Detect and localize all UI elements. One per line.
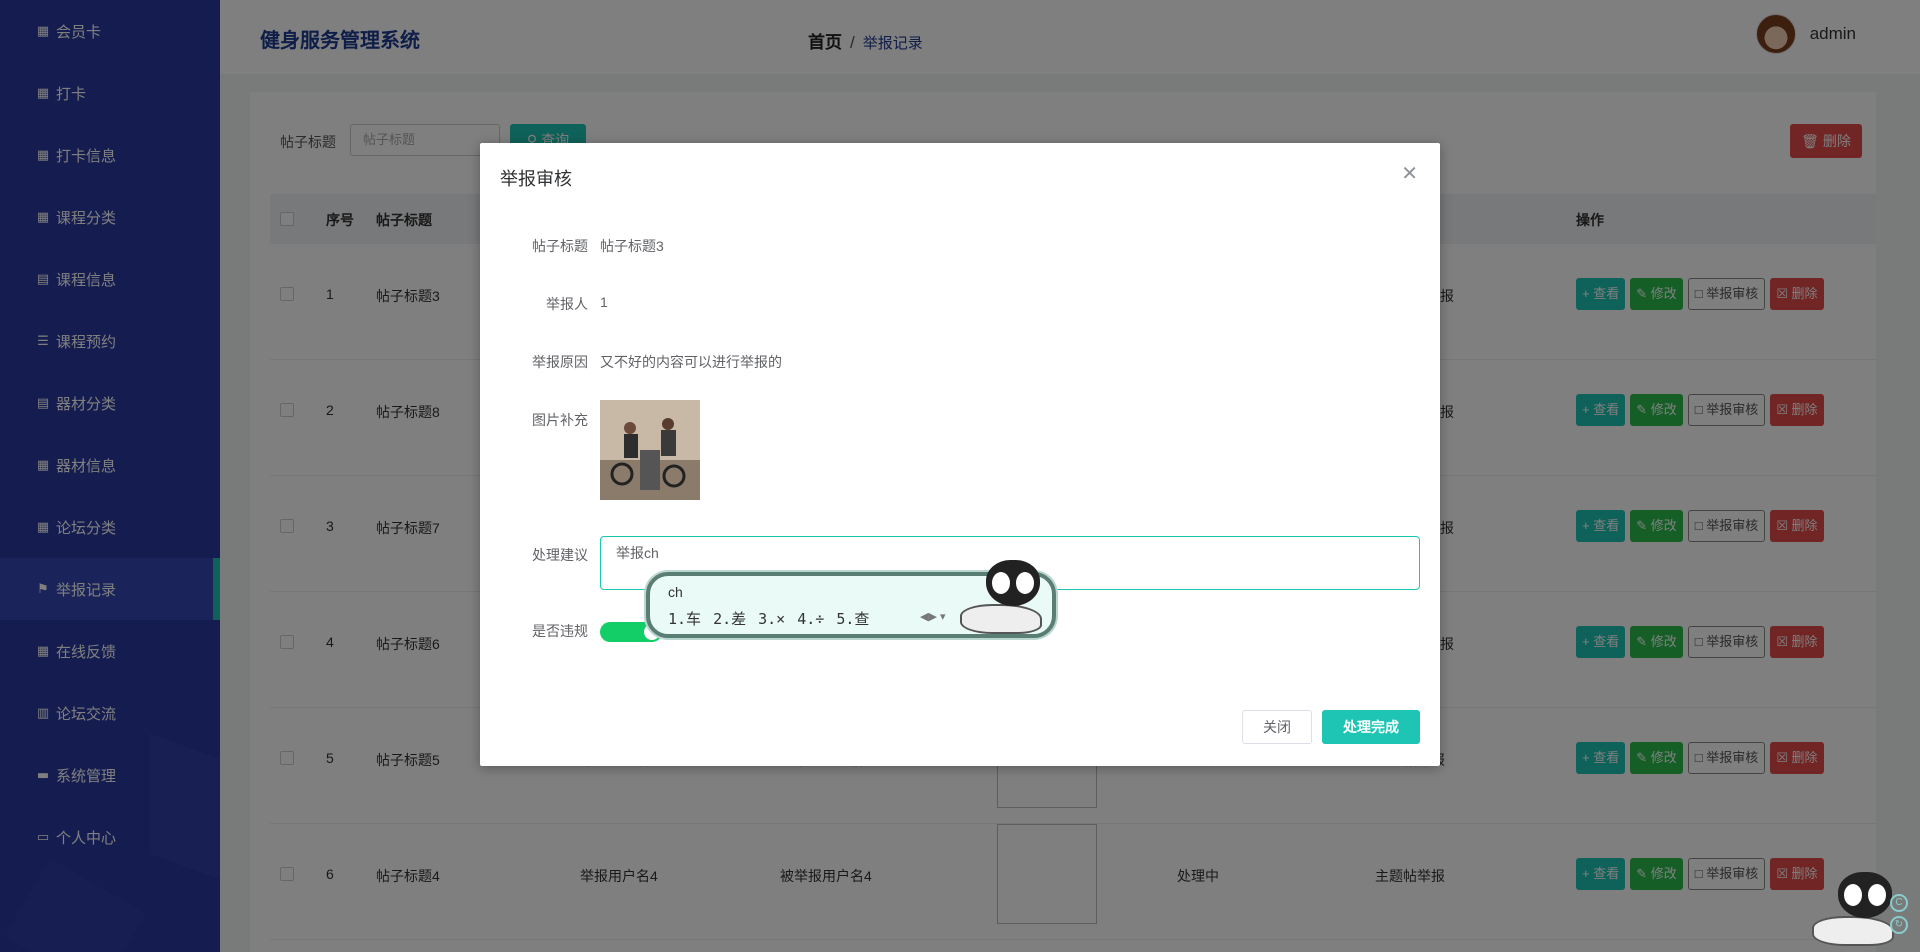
ime-candidate[interactable]: 4.÷ [797, 610, 824, 628]
dialog-title: 举报审核 [500, 169, 572, 189]
ime-candidate[interactable]: 5.查 [836, 610, 869, 628]
ime-side-toolbar: C ↻ [1890, 894, 1912, 938]
ime-candidate[interactable]: 2.差 [713, 610, 746, 628]
reason-label: 举报原因 [532, 354, 588, 370]
reason-value: 又不好的内容可以进行举报的 [600, 354, 782, 370]
evidence-image[interactable] [600, 400, 700, 500]
ime-mascot-icon[interactable] [1808, 872, 1898, 952]
post-title-value: 帖子标题3 [600, 238, 664, 254]
post-title-label: 帖子标题 [532, 238, 588, 254]
violation-label: 是否违规 [532, 623, 588, 639]
ime-candidate[interactable]: 1.车 [668, 610, 701, 628]
done-button[interactable]: 处理完成 [1322, 710, 1420, 744]
reporter-value: 1 [600, 294, 608, 310]
suggestion-label: 处理建议 [532, 547, 588, 563]
image-label: 图片补充 [532, 412, 588, 428]
ime-page-arrows-icon[interactable]: ◀▶ ▾ [920, 610, 946, 623]
report-review-dialog: 举报审核 ✕ 帖子标题 帖子标题3 举报人 1 举报原因 又不好的内容可以进行举… [480, 143, 1440, 766]
refresh-icon[interactable]: ↻ [1890, 916, 1908, 934]
reporter-label: 举报人 [546, 296, 588, 312]
close-icon[interactable]: ✕ [1401, 161, 1418, 186]
ime-candidate-list: 1.车 2.差 3.× 4.÷ 5.查 [668, 608, 881, 629]
ime-composition-text: ch [668, 584, 683, 600]
ime-mascot-icon [956, 560, 1046, 640]
gym-photo-image [600, 400, 700, 500]
close-button[interactable]: 关闭 [1242, 710, 1312, 744]
copyright-icon[interactable]: C [1890, 894, 1908, 912]
ime-candidate[interactable]: 3.× [758, 610, 785, 628]
